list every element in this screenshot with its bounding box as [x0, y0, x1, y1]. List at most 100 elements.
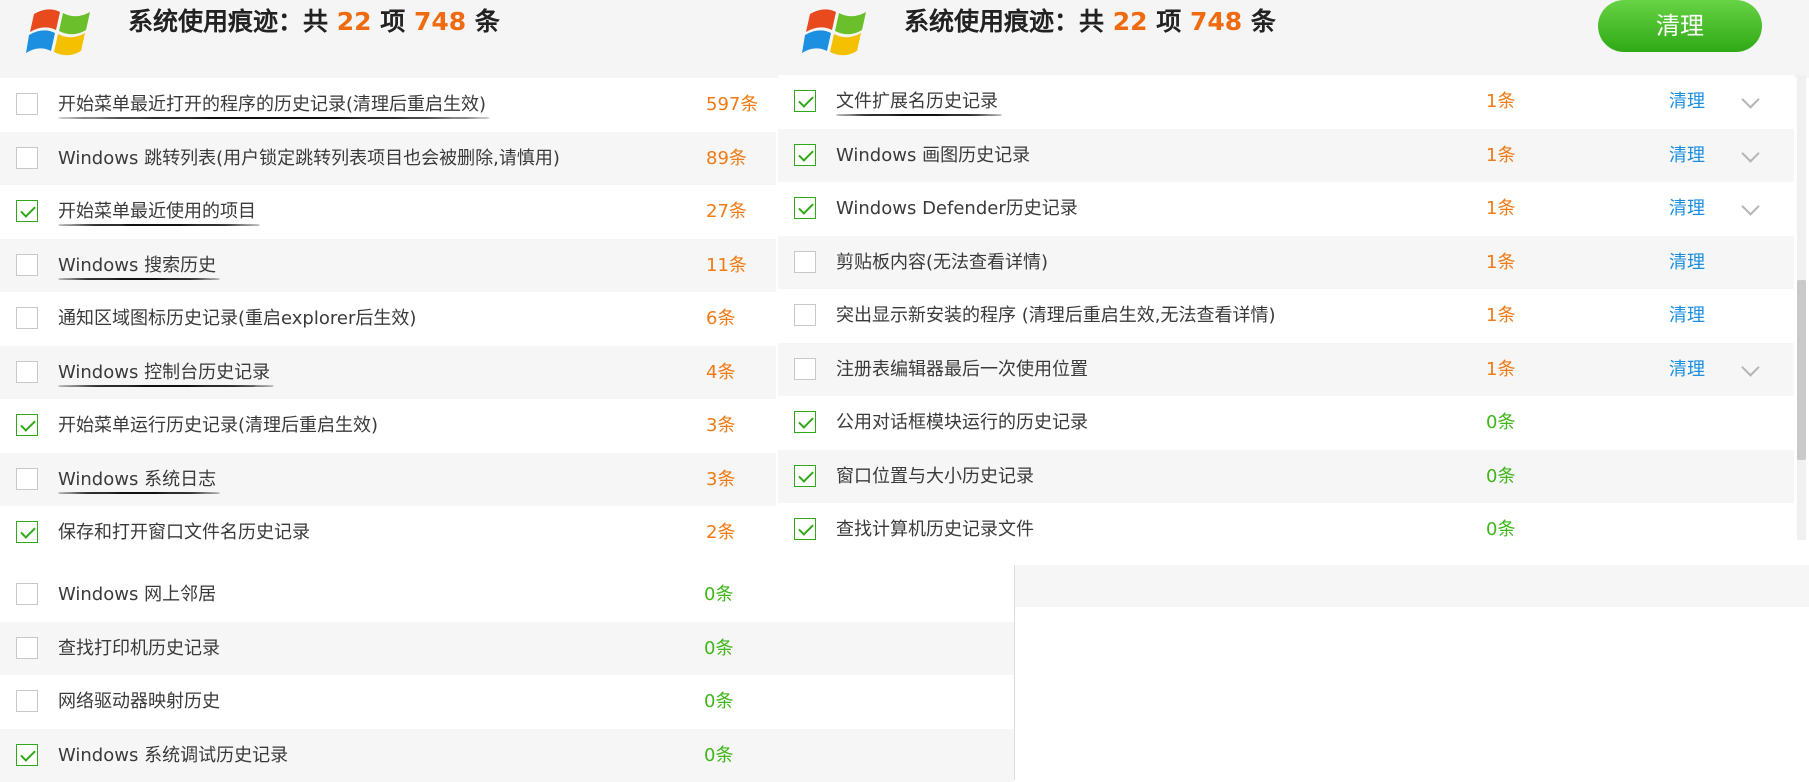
list-item[interactable]: 通知区域图标历史记录(重启explorer后生效)6条 — [0, 292, 776, 346]
item-count: 0条 — [704, 568, 733, 621]
list-item[interactable]: Windows 系统调试历史记录 0条 — [0, 729, 1014, 782]
list-item[interactable]: Windows 搜索历史11条 — [0, 239, 776, 293]
item-label: Windows 控制台历史记录 — [58, 346, 270, 399]
checkbox-unchecked[interactable] — [16, 690, 38, 712]
list-item[interactable]: 窗口位置与大小历史记录 0条 — [778, 450, 1794, 504]
list-item[interactable]: Windows 画图历史记录 1条 清理 — [778, 129, 1794, 183]
item-count: 1条 — [1486, 129, 1515, 182]
list-item[interactable]: 公用对话框模块运行的历史记录0条 — [778, 396, 1794, 450]
item-count: 11条 — [706, 239, 747, 292]
checkbox-checked[interactable] — [16, 521, 38, 543]
list-item[interactable]: 查找打印机历史记录0条 — [0, 622, 1014, 676]
checkbox-checked[interactable] — [794, 90, 816, 112]
list-item[interactable]: 剪贴板内容(无法查看详情)1条清理 — [778, 236, 1794, 290]
check-icon — [798, 92, 814, 108]
item-clean-link[interactable]: 清理 — [1669, 75, 1705, 128]
checkbox-checked[interactable] — [794, 465, 816, 487]
item-count: 0条 — [1486, 503, 1515, 556]
item-count: 0条 — [704, 729, 733, 782]
item-count: 0条 — [704, 675, 733, 728]
check-icon — [20, 746, 36, 762]
header-title: 系统使用痕迹：共 22 项 748 条 — [904, 2, 1276, 38]
item-count: 2条 — [706, 506, 735, 559]
checkbox-unchecked[interactable] — [16, 637, 38, 659]
item-label: 保存和打开窗口文件名历史记录 — [58, 506, 310, 559]
checkbox-unchecked[interactable] — [16, 307, 38, 329]
chevron-down-icon[interactable] — [1741, 144, 1759, 162]
checkbox-unchecked[interactable] — [794, 358, 816, 380]
list-item[interactable]: Windows 控制台历史记录 4条 — [0, 346, 776, 400]
check-icon — [20, 202, 36, 218]
scrollbar-thumb[interactable] — [1797, 280, 1806, 460]
list-item[interactable]: 开始菜单最近使用的项目 27条 — [0, 185, 776, 239]
item-label: 网络驱动器映射历史 — [58, 675, 220, 728]
item-count: 27条 — [706, 185, 747, 238]
list-item[interactable]: Windows 跳转列表(用户锁定跳转列表项目也会被删除,请慎用)89条 — [0, 132, 776, 186]
item-label: Windows 系统调试历史记录 — [58, 729, 288, 782]
list-item[interactable]: 文件扩展名历史记录1条清理 — [778, 75, 1794, 129]
item-clean-link[interactable]: 清理 — [1669, 289, 1705, 342]
list-item[interactable]: 查找计算机历史记录文件 0条 — [778, 503, 1794, 557]
chevron-down-icon[interactable] — [1741, 197, 1759, 215]
item-count: 1条 — [1486, 289, 1515, 342]
checkbox-unchecked[interactable] — [16, 147, 38, 169]
item-label: Windows 网上邻居 — [58, 568, 216, 621]
items-unit: 项 — [1156, 7, 1181, 36]
item-label: 剪贴板内容(无法查看详情) — [836, 236, 1048, 289]
list-item[interactable]: 注册表编辑器最后一次使用位置 1条 清理 — [778, 343, 1794, 397]
item-label: 查找计算机历史记录文件 — [836, 503, 1034, 556]
item-count: 1条 — [1486, 343, 1515, 396]
item-clean-link[interactable]: 清理 — [1669, 129, 1705, 182]
checkbox-unchecked[interactable] — [794, 251, 816, 273]
checkbox-checked[interactable] — [16, 414, 38, 436]
clean-all-button[interactable]: 清理 — [1598, 0, 1762, 52]
chevron-down-icon[interactable] — [1741, 358, 1759, 376]
entries-unit: 条 — [1251, 7, 1276, 36]
item-clean-link[interactable]: 清理 — [1669, 236, 1705, 289]
list-item[interactable]: Windows 网上邻居 0条 — [0, 568, 1014, 622]
check-icon — [20, 523, 36, 539]
checkbox-checked[interactable] — [794, 411, 816, 433]
item-count: 4条 — [706, 346, 735, 399]
checkbox-unchecked[interactable] — [794, 304, 816, 326]
item-label: 公用对话框模块运行的历史记录 — [836, 396, 1088, 449]
check-icon — [798, 199, 814, 215]
chevron-down-icon[interactable] — [1741, 90, 1759, 108]
item-clean-link[interactable]: 清理 — [1669, 343, 1705, 396]
item-label: 注册表编辑器最后一次使用位置 — [836, 343, 1088, 396]
checkbox-checked[interactable] — [16, 744, 38, 766]
checkbox-unchecked[interactable] — [16, 583, 38, 605]
entries-count: 748 — [1190, 7, 1242, 36]
item-count: 0条 — [1486, 450, 1515, 503]
item-label: 开始菜单最近使用的项目 — [58, 185, 256, 238]
list-item[interactable]: 开始菜单运行历史记录(清理后重启生效)3条 — [0, 399, 776, 453]
checkbox-unchecked[interactable] — [16, 254, 38, 276]
checkbox-checked[interactable] — [794, 197, 816, 219]
item-clean-link[interactable]: 清理 — [1669, 182, 1705, 235]
title-prefix: 系统使用痕迹：共 — [904, 7, 1104, 36]
header-right: 系统使用痕迹：共 22 项 748 条 清理 — [776, 0, 1809, 78]
list-item[interactable]: 保存和打开窗口文件名历史记录 2条 — [0, 506, 776, 560]
checkbox-checked[interactable] — [794, 144, 816, 166]
checkbox-unchecked[interactable] — [16, 361, 38, 383]
list-item[interactable]: 网络驱动器映射历史 0条 — [0, 675, 1014, 729]
list-item[interactable]: 突出显示新安装的程序 (清理后重启生效,无法查看详情) 1条 清理 — [778, 289, 1794, 343]
items-count: 22 — [337, 7, 372, 36]
list-item[interactable]: Windows 系统日志3条 — [0, 453, 776, 507]
windows-logo-icon — [802, 0, 876, 56]
item-label: 查找打印机历史记录 — [58, 622, 220, 675]
list-item[interactable]: Windows Defender历史记录1条清理 — [778, 182, 1794, 236]
header-title: 系统使用痕迹：共 22 项 748 条 — [128, 2, 500, 38]
divider — [1014, 565, 1015, 780]
checkbox-checked[interactable] — [794, 518, 816, 540]
trace-list-lower: Windows 网上邻居0条查找打印机历史记录0条网络驱动器映射历史0条Wind… — [0, 568, 1014, 782]
check-icon — [798, 467, 814, 483]
item-label: Windows 画图历史记录 — [836, 129, 1030, 182]
item-label: 突出显示新安装的程序 (清理后重启生效,无法查看详情) — [836, 289, 1276, 342]
checkbox-unchecked[interactable] — [16, 93, 38, 115]
list-item[interactable]: 开始菜单最近打开的程序的历史记录(清理后重启生效)597条 — [0, 78, 776, 132]
checkbox-unchecked[interactable] — [16, 468, 38, 490]
checkbox-checked[interactable] — [16, 200, 38, 222]
item-label: Windows Defender历史记录 — [836, 182, 1078, 235]
item-label: 窗口位置与大小历史记录 — [836, 450, 1034, 503]
